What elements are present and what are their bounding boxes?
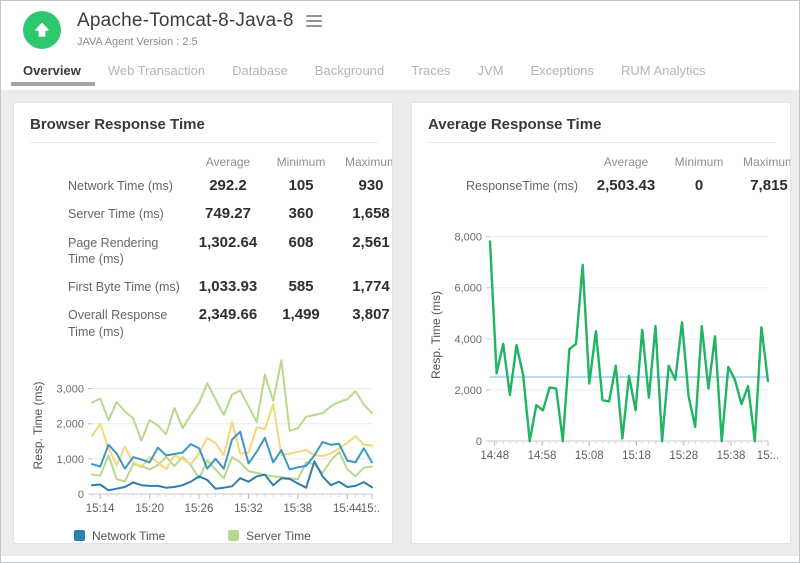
metric-label: Server Time (ms) [30,199,188,227]
panel-average-response-time: Average Response Time AverageMinimumMaxi… [411,102,791,544]
svg-text:8,000: 8,000 [454,232,482,244]
legend-item-server-time[interactable]: Server Time [228,529,326,543]
legend-label: Network Time [92,529,165,543]
metric-average: 749.27 [188,199,268,227]
line-chart-canvas: 0 1,000 2,000 3,000 15:14 15:20 15:26 15:32 15:3… [28,349,380,521]
tab-overview[interactable]: Overview [23,63,81,90]
metric-maximum: 7,815 [732,171,791,199]
legend-item-network-time[interactable]: Network Time [74,529,208,543]
browser-response-chart: 0 1,000 2,000 3,000 15:14 15:20 15:26 15:32 15:3… [28,349,392,521]
svg-text:15:38: 15:38 [283,503,312,515]
svg-text:15:08: 15:08 [575,450,604,462]
svg-text:15:..: 15:.. [361,503,380,515]
metric-label: ResponseTime (ms) [428,171,586,199]
metric-minimum: 0 [666,171,732,199]
metric-average: 1,033.93 [188,272,268,300]
table-header-spacer [30,151,188,171]
svg-text:4,000: 4,000 [454,334,482,346]
tab-background[interactable]: Background [315,63,384,90]
table-header-maximum: Maximum [732,151,791,171]
status-up-icon [23,11,61,49]
metric-average: 1,302.64 [188,228,268,273]
legend-swatch [74,530,85,541]
svg-text:14:48: 14:48 [480,450,509,462]
svg-text:15:20: 15:20 [135,503,164,515]
average-response-chart: 0 2,000 4,000 6,000 8,000 14:48 14:58 15:08 15:1… [426,219,790,469]
svg-text:15:14: 15:14 [86,503,115,515]
metric-label: Overall Response Time (ms) [30,300,188,345]
table-header-minimum: Minimum [666,151,732,171]
svg-text:2,000: 2,000 [56,418,84,430]
panel-title: Browser Response Time [30,116,376,133]
metric-minimum: 1,499 [268,300,334,345]
metric-maximum: 930 [334,171,393,199]
tab-jvm[interactable]: JVM [477,63,503,90]
metrics-table: AverageMinimumMaximum Network Time (ms)29… [30,151,393,345]
hamburger-icon[interactable] [304,12,324,30]
metric-label: Network Time (ms) [30,171,188,199]
metric-maximum: 1,658 [334,199,393,227]
divider [30,142,378,143]
metric-minimum: 585 [268,272,334,300]
svg-text:15:44: 15:44 [333,503,362,515]
legend-label: Server Time [246,529,311,543]
svg-text:0: 0 [78,489,84,501]
svg-text:15:18: 15:18 [622,450,651,462]
panel-browser-response-time: Browser Response Time AverageMinimumMaxi… [13,102,393,544]
page-title: Apache-Tomcat-8-Java-8 [77,10,294,32]
svg-text:14:58: 14:58 [528,450,557,462]
arrow-up-icon [32,20,52,40]
metric-maximum: 3,807 [334,300,393,345]
svg-text:3,000: 3,000 [56,383,84,395]
metric-label: First Byte Time (ms) [30,272,188,300]
app-window: Apache-Tomcat-8-Java-8 JAVA Agent Versio… [0,0,800,563]
svg-text:2,000: 2,000 [454,385,482,397]
table-header-maximum: Maximum [334,151,393,171]
tab-exceptions[interactable]: Exceptions [530,63,594,90]
tab-rum-analytics[interactable]: RUM Analytics [621,63,706,90]
svg-text:Resp. Time (ms): Resp. Time (ms) [31,381,45,469]
metric-minimum: 608 [268,228,334,273]
tab-traces[interactable]: Traces [411,63,450,90]
svg-text:15:..: 15:.. [757,450,778,462]
divider [428,142,776,143]
tab-bar: Overview Web Transaction Database Backgroun… [1,49,799,90]
series-server-time [92,452,372,482]
metric-average: 2,349.66 [188,300,268,345]
table-header-average: Average [586,151,666,171]
legend-swatch [228,530,239,541]
svg-text:15:26: 15:26 [185,503,214,515]
series-overall-response-time [92,360,372,440]
metric-minimum: 360 [268,199,334,227]
metrics-table: AverageMinimumMaximum ResponseTime (ms)2,… [428,151,791,199]
svg-text:1,000: 1,000 [56,454,84,466]
tab-database[interactable]: Database [232,63,288,90]
agent-version-label: JAVA Agent Version : 2.5 [77,36,324,48]
metric-average: 292.2 [188,171,268,199]
series-network-time [92,461,372,490]
svg-text:15:38: 15:38 [717,450,746,462]
monitor-header: Apache-Tomcat-8-Java-8 JAVA Agent Versio… [1,1,799,49]
panel-title: Average Response Time [428,116,774,133]
table-header-average: Average [188,151,268,171]
dashboard-content: Browser Response Time AverageMinimumMaxi… [1,90,799,556]
svg-text:0: 0 [476,436,482,448]
metric-minimum: 105 [268,171,334,199]
table-header-minimum: Minimum [268,151,334,171]
table-header-spacer [428,151,586,171]
svg-text:Resp. Time (ms): Resp. Time (ms) [429,291,443,379]
metric-maximum: 1,774 [334,272,393,300]
svg-text:15:28: 15:28 [669,450,698,462]
line-chart-canvas: 0 2,000 4,000 6,000 8,000 14:48 14:58 15:08 15:1… [426,219,778,469]
svg-text:6,000: 6,000 [454,283,482,295]
series-responsetime [490,242,768,442]
chart-legend: Network TimeServer TimePage Rendering Ti… [74,529,392,544]
metric-label: Page Rendering Time (ms) [30,228,188,273]
tab-web-transaction[interactable]: Web Transaction [108,63,205,90]
svg-text:15:32: 15:32 [234,503,263,515]
metric-average: 2,503.43 [586,171,666,199]
metric-maximum: 2,561 [334,228,393,273]
